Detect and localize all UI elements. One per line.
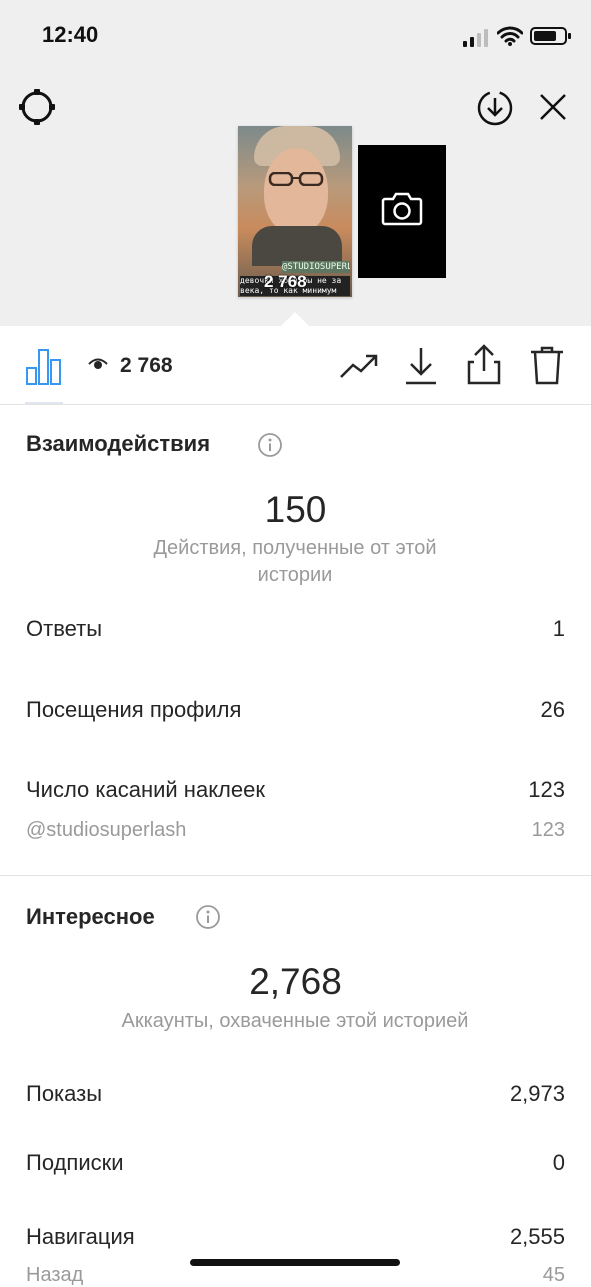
impressions-value: 2,973 (509, 1081, 565, 1106)
sticker-taps-label: Число касаний наклеек (26, 777, 265, 802)
reach-total: 2,768 (249, 961, 342, 1002)
insights-chart-icon[interactable] (25, 346, 63, 386)
close-icon[interactable] (538, 92, 568, 122)
navigation-value: 2,555 (509, 1224, 565, 1249)
battery-icon (530, 27, 571, 45)
settings-gear-icon[interactable] (17, 87, 57, 127)
selection-pointer (280, 312, 310, 327)
interactions-total-desc: Действия, полученные от этой истории (153, 537, 437, 586)
interactions-title: Взаимодействия (26, 431, 211, 456)
discovery-title: Интересное (26, 904, 155, 929)
cellular-signal-icon (463, 29, 488, 47)
download-icon[interactable] (404, 346, 438, 386)
follows-label: Подписки (26, 1150, 124, 1175)
home-indicator[interactable] (190, 1259, 400, 1266)
promote-trend-icon[interactable] (339, 351, 379, 381)
interactions-info-icon[interactable] (257, 432, 283, 458)
story-thumbnail[interactable]: @STUDIOSUPERLASH девочки хотя бы не за в… (238, 126, 352, 297)
back-value: 45 (542, 1264, 565, 1286)
wifi-icon (497, 26, 523, 46)
reach-total-desc: Аккаунты, охваченные этой историей (121, 1010, 469, 1032)
share-icon[interactable] (466, 344, 502, 386)
profile-visits-label: Посещения профиля (26, 697, 242, 722)
story-preview-area: 12:40 @STUDIOSUPERL девочки хотя бы не з… (0, 0, 591, 327)
story-views-overlay: 2 768 (264, 272, 307, 291)
glasses-shape (268, 172, 324, 186)
section-divider (0, 875, 591, 876)
add-story-camera-tile[interactable] (358, 145, 446, 278)
sticker-mention-label: @studiosuperlash (26, 819, 187, 841)
back-label: Назад (26, 1264, 84, 1286)
discovery-info-icon[interactable] (195, 904, 221, 930)
camera-icon (381, 192, 423, 226)
sticker-taps-value: 123 (528, 777, 565, 802)
views-eye-icon (88, 358, 108, 369)
save-to-device-icon[interactable] (475, 88, 515, 128)
replies-label: Ответы (26, 616, 103, 641)
insights-toolbar: 2 768 (0, 326, 591, 405)
profile-visits-value: 26 (540, 697, 565, 722)
follows-value: 0 (552, 1150, 565, 1175)
status-time: 12:40 (42, 22, 99, 47)
replies-value: 1 (552, 616, 565, 641)
impressions-label: Показы (26, 1081, 103, 1106)
views-count: 2 768 (120, 354, 173, 377)
sticker-mention-value: 123 (531, 819, 565, 841)
navigation-label: Навигация (26, 1224, 135, 1249)
active-tab-indicator (25, 402, 63, 404)
interactions-total: 150 (264, 489, 327, 530)
delete-trash-icon[interactable] (529, 345, 565, 385)
